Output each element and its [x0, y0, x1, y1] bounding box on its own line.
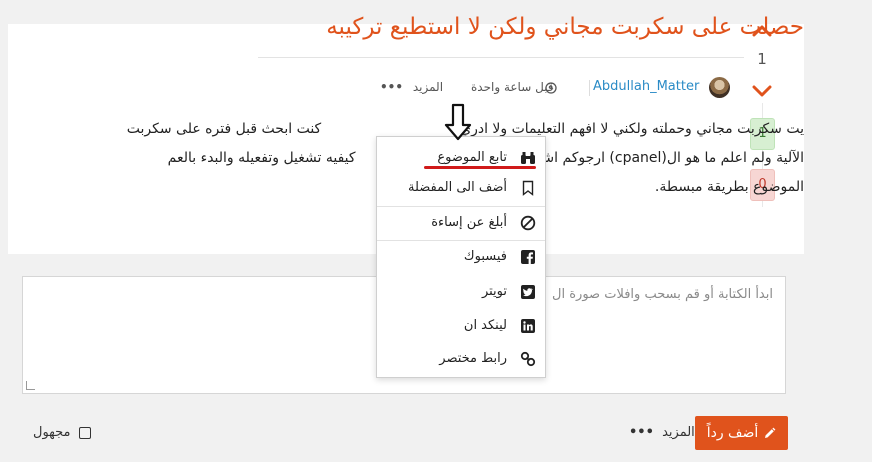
footer-more-button[interactable]: المزيد ••• — [629, 425, 695, 440]
downvote-chevron-icon[interactable] — [751, 80, 773, 102]
post-time: قبل ساعة واحدة — [471, 80, 554, 94]
bookmark-icon — [522, 180, 534, 196]
twitter-icon — [521, 285, 535, 299]
more-label: المزيد — [412, 80, 444, 94]
ellipsis-icon: ••• — [380, 80, 404, 94]
avatar[interactable] — [709, 77, 730, 98]
anonymous-checkbox[interactable] — [78, 426, 91, 439]
add-reply-label: أضف رداً — [706, 425, 759, 441]
menu-item-label: أضف الى المفضلة — [408, 180, 507, 195]
more-menu-button[interactable]: المزيد ••• — [380, 80, 443, 100]
facebook-icon — [521, 250, 535, 264]
menu-item-short-link[interactable]: رابط مختصر — [377, 346, 545, 372]
menu-item-label: لينكد ان — [463, 318, 507, 333]
menu-divider — [377, 206, 545, 207]
anonymous-toggle[interactable]: مجهول — [33, 425, 91, 440]
annotation-arrow-icon — [444, 103, 472, 141]
menu-item-label: تويتر — [481, 284, 507, 299]
binoculars-icon — [521, 152, 535, 164]
menu-divider — [377, 240, 545, 241]
menu-item-add-favorite[interactable]: أضف الى المفضلة — [377, 175, 545, 201]
menu-item-linkedin[interactable]: لينكد ان — [377, 313, 545, 339]
menu-item-facebook[interactable]: فيسبوك — [377, 244, 545, 270]
linkedin-icon — [521, 319, 535, 333]
title-divider — [258, 57, 744, 58]
annotation-underline — [424, 166, 536, 169]
link-icon — [520, 351, 536, 367]
meta-separator — [589, 80, 590, 96]
editor-placeholder: ابدأ الكتابة أو قم بسحب وافلات صورة ال — [552, 287, 773, 302]
page-title: حصلت على سكربت مجاني ولكن لا استطيع تركي… — [326, 14, 804, 40]
anonymous-label: مجهول — [33, 425, 71, 440]
menu-item-label: فيسبوك — [463, 249, 507, 264]
menu-item-label: تابع الموضوع — [437, 150, 507, 165]
resize-handle-icon[interactable] — [26, 381, 35, 390]
add-reply-button[interactable]: أضف رداً — [695, 416, 788, 450]
more-dropdown-menu: تابع الموضوع أضف الى المفضلة أبلغ عن إسا… — [376, 136, 546, 378]
ellipsis-icon: ••• — [629, 425, 654, 440]
footer-more-label: المزيد — [662, 425, 695, 440]
pencil-icon — [765, 427, 776, 438]
ban-icon — [520, 215, 536, 231]
menu-item-report[interactable]: أبلغ عن إساءة — [377, 210, 545, 236]
vote-count: 1 — [757, 50, 767, 68]
author-link[interactable]: Abdullah_Matter — [593, 79, 699, 99]
menu-item-twitter[interactable]: تويتر — [377, 279, 545, 305]
menu-item-label: أبلغ عن إساءة — [431, 215, 507, 230]
menu-item-label: رابط مختصر — [439, 351, 507, 366]
